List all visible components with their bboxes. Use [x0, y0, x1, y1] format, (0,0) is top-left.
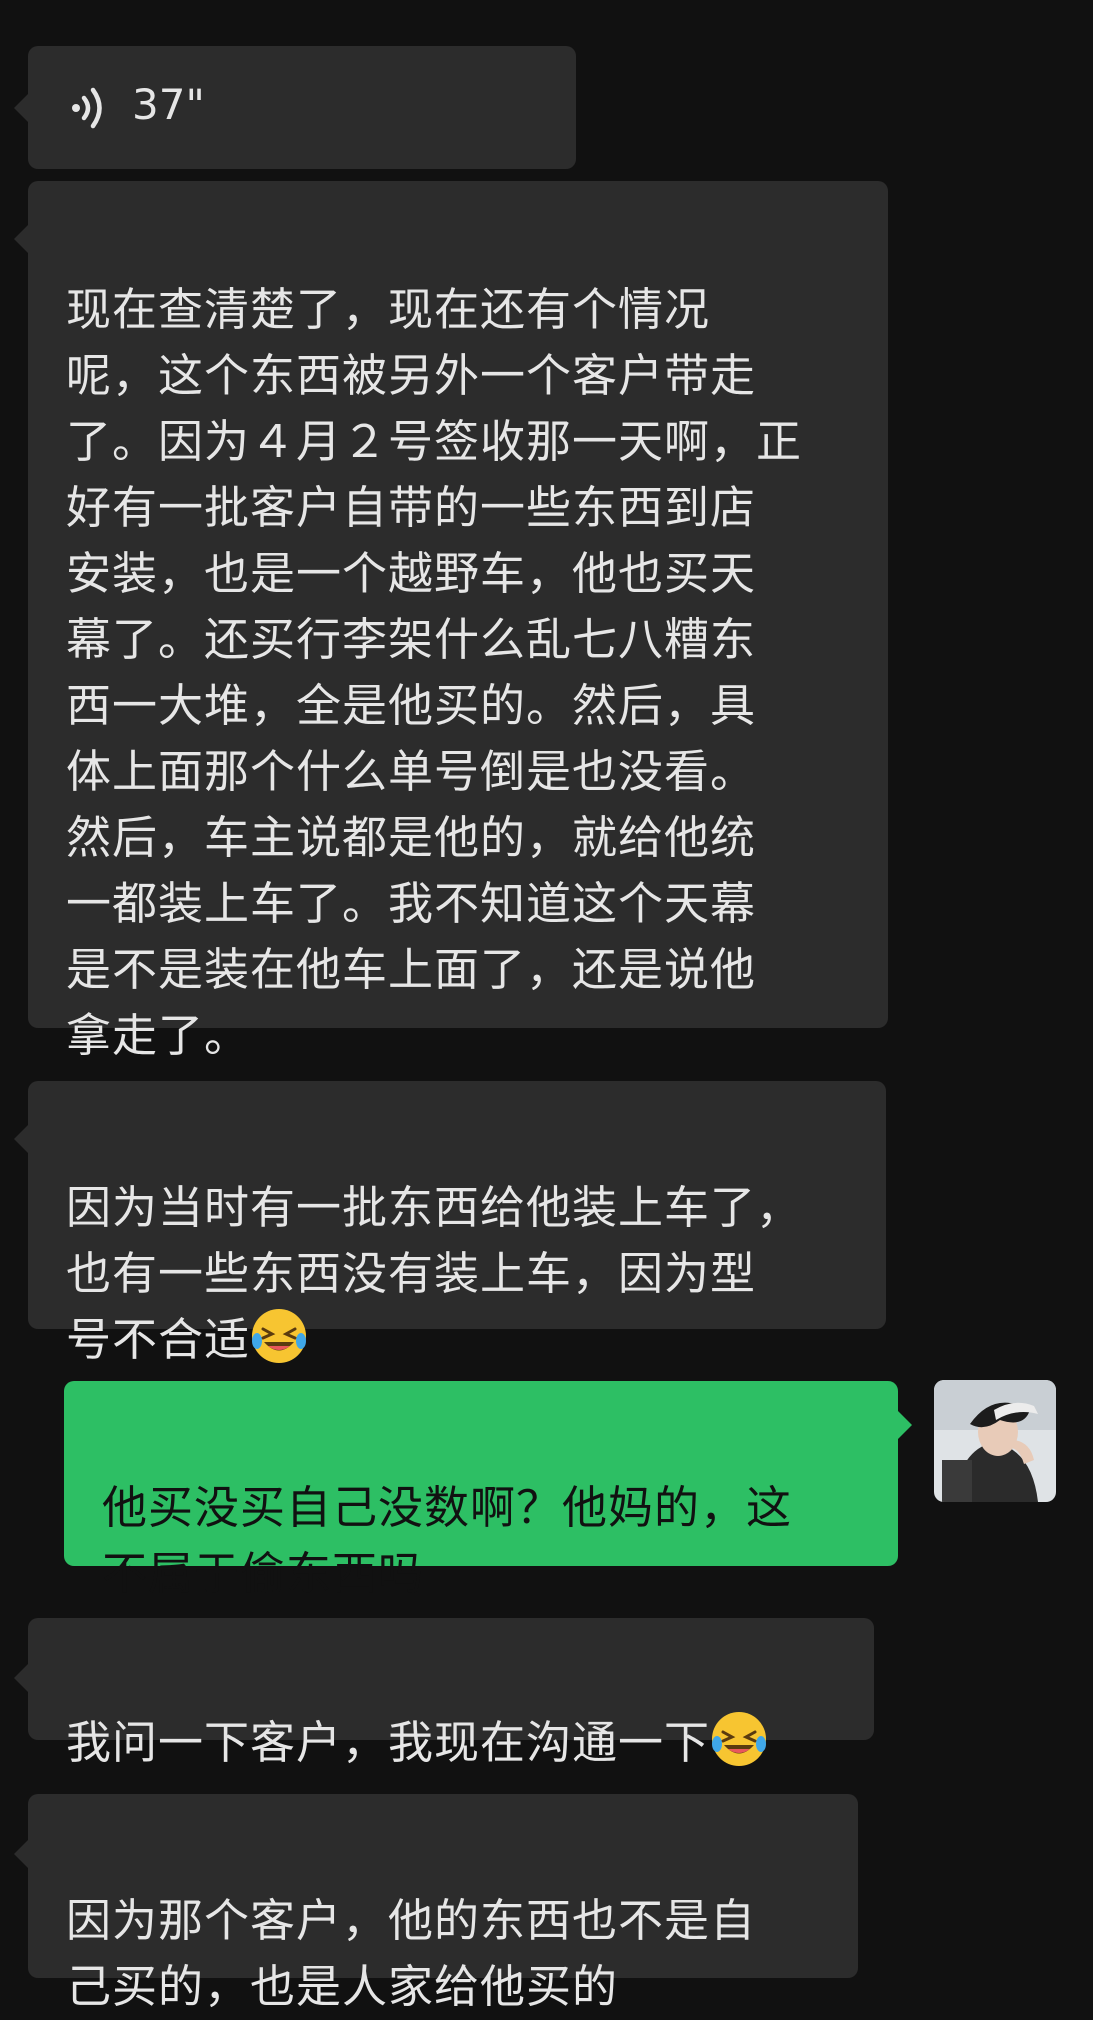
outgoing-message-bubble[interactable]: 他买没买自己没数啊？他妈的，这 不属于偷东西吗: [64, 1381, 912, 1600]
voice-duration: 37": [132, 80, 205, 129]
message-text: 因为当时有一批东西给他装上车了， 也有一些东西没有装上车，因为型 号不合适: [66, 1181, 803, 1366]
grinning-squinting-tears-emoji: [252, 1309, 307, 1363]
voice-message-bubble[interactable]: 37": [14, 46, 576, 169]
incoming-message-bubble[interactable]: 我问一下客户，我现在沟通一下: [14, 1618, 874, 1769]
grinning-squinting-tears-emoji: [712, 1712, 767, 1766]
avatar-photo: [934, 1380, 1056, 1502]
incoming-message-bubble[interactable]: 因为当时有一批东西给他装上车了， 也有一些东西没有装上车，因为型 号不合适: [14, 1081, 886, 1366]
message-text: 我问一下客户，我现在沟通一下: [66, 1716, 711, 1769]
incoming-message-bubble[interactable]: 因为那个客户，他的东西也不是自 己买的，也是人家给他买的: [14, 1794, 858, 2013]
message-text: 他买没买自己没数啊？他妈的，这 不属于偷东西吗: [102, 1481, 793, 1600]
voice-wave-icon: [72, 87, 102, 129]
incoming-message-bubble[interactable]: 现在查清楚了，现在还有个情况 呢，这个东西被另外一个客户带走 了。因为４月２号签…: [14, 181, 888, 1062]
message-text: 现在查清楚了，现在还有个情况 呢，这个东西被另外一个客户带走 了。因为４月２号签…: [66, 283, 803, 1062]
avatar[interactable]: [934, 1380, 1056, 1502]
message-text: 因为那个客户，他的东西也不是自 己买的，也是人家给他买的: [66, 1894, 757, 2013]
